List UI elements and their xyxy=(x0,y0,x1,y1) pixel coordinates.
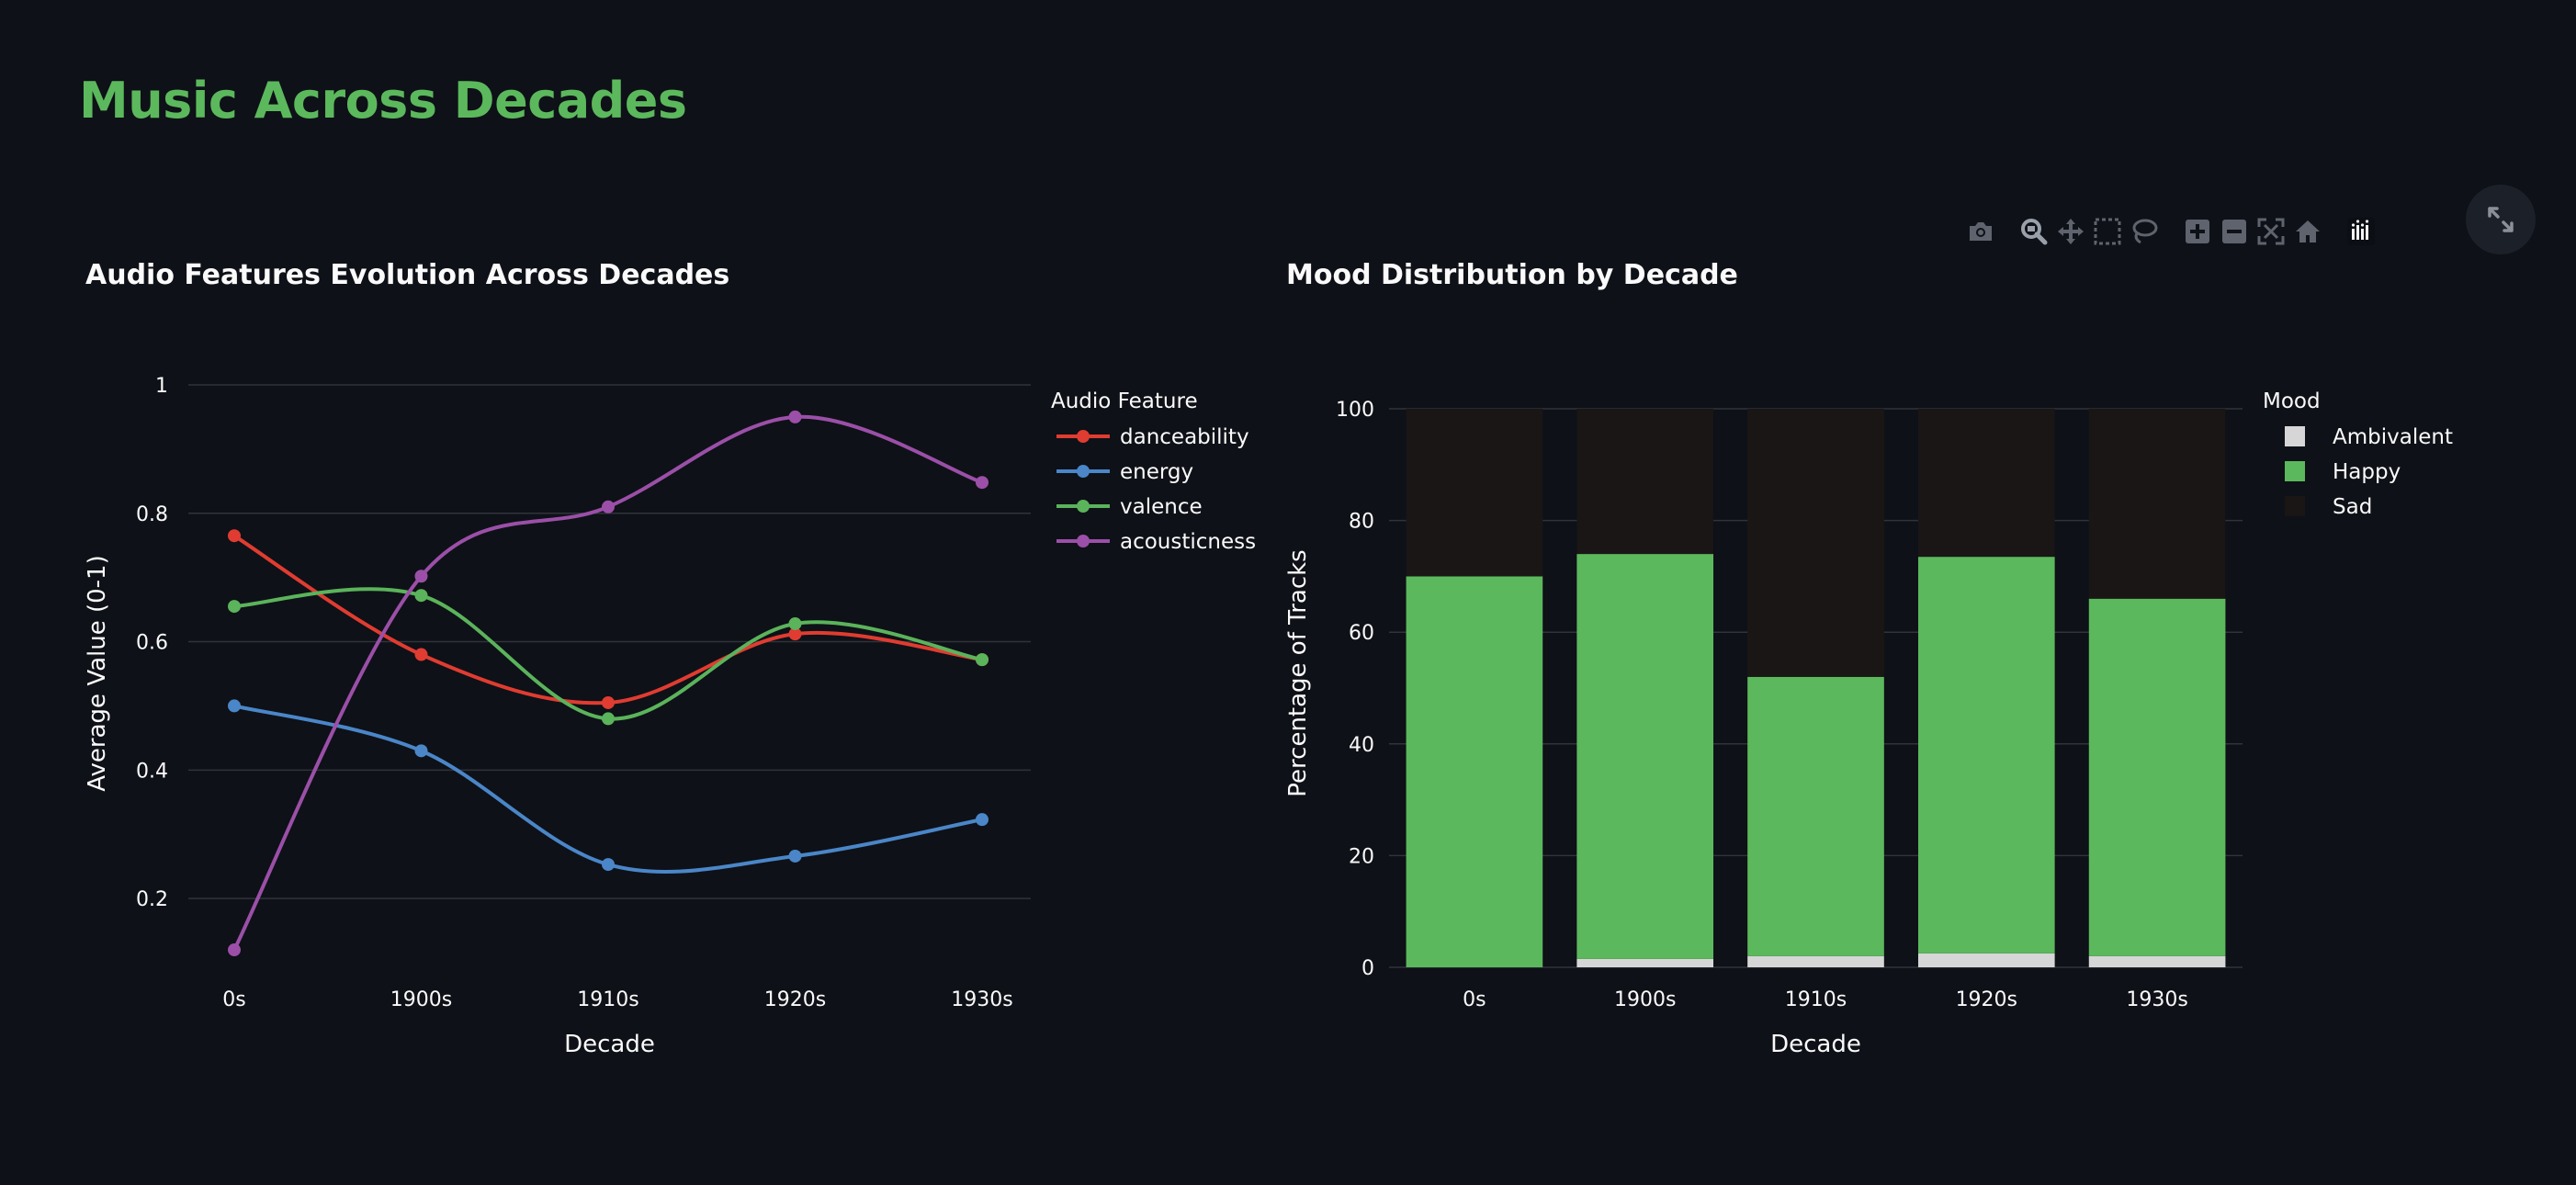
x-tick-label: 1900s xyxy=(1614,988,1676,1011)
bar-segment-ambivalent xyxy=(1917,953,2055,967)
bar-segment-happy xyxy=(2088,598,2226,956)
bar-segment-ambivalent xyxy=(2088,955,2226,967)
x-tick-label: 1930s xyxy=(2126,988,2187,1011)
legend-swatch-sad xyxy=(2285,496,2305,516)
legend-item-label: Happy xyxy=(2333,460,2401,484)
legend-item-label: Sad xyxy=(2333,495,2372,519)
bar-segment-sad xyxy=(2088,409,2226,599)
bar-segment-sad xyxy=(1747,409,1884,677)
x-tick-label: 1920s xyxy=(1956,988,2017,1011)
y-tick-label: 80 xyxy=(1349,511,1374,534)
y-tick-label: 0 xyxy=(1361,957,1374,980)
bar-segment-happy xyxy=(1747,676,1884,956)
y-tick-label: 40 xyxy=(1349,734,1374,757)
legend-swatch-ambivalent xyxy=(2285,426,2305,446)
legend-swatch-happy xyxy=(2285,461,2305,481)
y-axis-label: Percentage of Tracks xyxy=(1284,549,1312,796)
bar-segment-happy xyxy=(1406,576,1543,967)
bar-segment-happy xyxy=(1576,554,1714,959)
y-tick-label: 20 xyxy=(1349,845,1374,868)
bar-segment-ambivalent xyxy=(1747,955,1884,967)
bar-segment-ambivalent xyxy=(1576,958,1714,967)
x-tick-label: 1910s xyxy=(1785,988,1847,1011)
x-tick-label: 0s xyxy=(1463,988,1486,1011)
legend-item-label: Ambivalent xyxy=(2333,425,2453,449)
bar-segment-sad xyxy=(1576,409,1714,555)
x-axis-label: Decade xyxy=(1770,1031,1861,1058)
y-tick-label: 100 xyxy=(1336,399,1374,422)
bar-segment-happy xyxy=(1917,557,2055,954)
bar-segment-sad xyxy=(1406,409,1543,577)
bar-chart: 0 20 40 60 80 100 0s 1900s 1910s 1920s 1930s Decade… xyxy=(1284,389,2453,1058)
legend-title: Mood xyxy=(2263,389,2321,413)
bar-segment-sad xyxy=(1917,409,2055,558)
y-tick-label: 60 xyxy=(1349,622,1374,645)
